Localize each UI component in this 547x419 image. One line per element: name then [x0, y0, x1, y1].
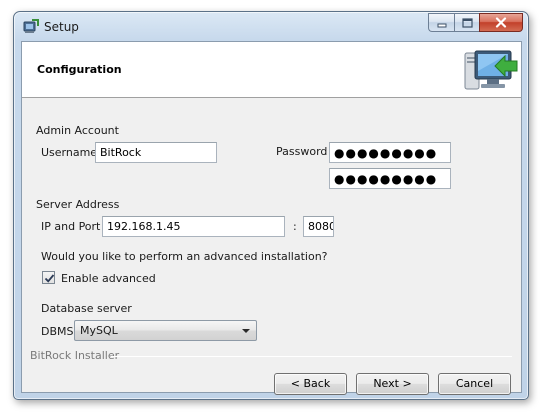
- dbms-selected-value: MySQL: [80, 324, 118, 337]
- page-title: Configuration: [37, 63, 122, 76]
- title-bar[interactable]: Setup: [14, 12, 528, 41]
- dbms-select[interactable]: MySQL: [74, 320, 257, 341]
- brand-label: BitRock Installer: [30, 349, 120, 362]
- password-confirm-input[interactable]: ●●●●●●●●●: [329, 168, 451, 189]
- port-input[interactable]: 8080: [303, 216, 334, 237]
- password-label: Password: [276, 145, 328, 158]
- admin-account-label: Admin Account: [36, 124, 119, 137]
- minimize-button[interactable]: [428, 13, 454, 32]
- close-icon: [495, 17, 507, 28]
- window-client: Configuration Admin Account Username Bit…: [21, 41, 522, 395]
- password-input[interactable]: ●●●●●●●●●: [329, 142, 451, 163]
- footer-divider: [111, 356, 512, 357]
- minimize-icon: [437, 23, 446, 27]
- cancel-button[interactable]: Cancel: [438, 373, 511, 395]
- port-separator: :: [293, 220, 297, 233]
- window-title: Setup: [44, 20, 79, 34]
- database-server-label: Database server: [41, 302, 132, 315]
- server-address-label: Server Address: [36, 198, 120, 211]
- next-button[interactable]: Next >: [356, 373, 429, 395]
- username-label: Username: [41, 146, 98, 159]
- computer-arrow-icon: [463, 47, 519, 93]
- username-input[interactable]: BitRock: [95, 142, 217, 163]
- checkmark-icon: [44, 274, 55, 283]
- maximize-icon: [461, 17, 473, 28]
- installer-icon: [23, 18, 40, 34]
- chevron-down-icon: [242, 329, 250, 333]
- maximize-button[interactable]: [454, 13, 479, 32]
- close-button[interactable]: [479, 13, 523, 32]
- advanced-question: Would you like to perform an advanced in…: [41, 250, 328, 263]
- page-header: Configuration: [22, 42, 521, 98]
- ip-port-label: IP and Port: [41, 220, 101, 233]
- ip-address-input[interactable]: 192.168.1.45: [102, 216, 285, 237]
- enable-advanced-label[interactable]: Enable advanced: [61, 272, 156, 285]
- caption-buttons: [428, 13, 523, 32]
- enable-advanced-checkbox[interactable]: [42, 271, 55, 284]
- back-button[interactable]: < Back: [274, 373, 347, 395]
- setup-window: Setup Configuration Admin Account Userna…: [13, 11, 529, 400]
- dbms-label: DBMS: [41, 325, 74, 338]
